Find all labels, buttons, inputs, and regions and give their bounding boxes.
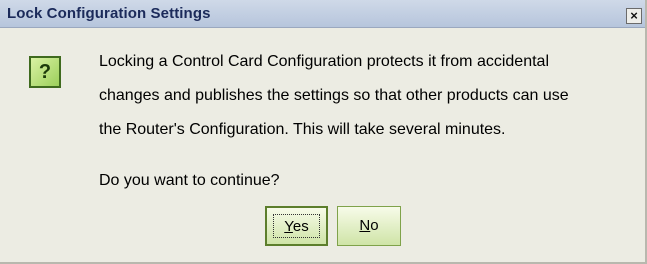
no-button-label: No: [359, 217, 378, 234]
confirm-prompt: Do you want to continue?: [99, 172, 280, 189]
title-bar[interactable]: Lock Configuration Settings ×: [0, 0, 645, 28]
message-line: Locking a Control Card Configuration pro…: [99, 53, 549, 70]
yes-button-label: Yes: [284, 218, 308, 235]
close-icon[interactable]: ×: [626, 8, 642, 24]
message-line: changes and publishes the settings so th…: [99, 87, 569, 104]
yes-mnemonic: Y: [284, 218, 293, 235]
dialog-title: Lock Configuration Settings: [7, 5, 211, 22]
lock-configuration-dialog: Lock Configuration Settings × ? Locking …: [0, 0, 647, 264]
message-line: the Router's Configuration. This will ta…: [99, 121, 506, 138]
question-icon: ?: [29, 56, 61, 88]
no-label-rest: o: [370, 217, 379, 234]
no-button[interactable]: No: [337, 206, 401, 246]
no-mnemonic: N: [359, 217, 371, 234]
yes-label-rest: es: [292, 218, 309, 235]
yes-button[interactable]: Yes: [265, 206, 328, 246]
